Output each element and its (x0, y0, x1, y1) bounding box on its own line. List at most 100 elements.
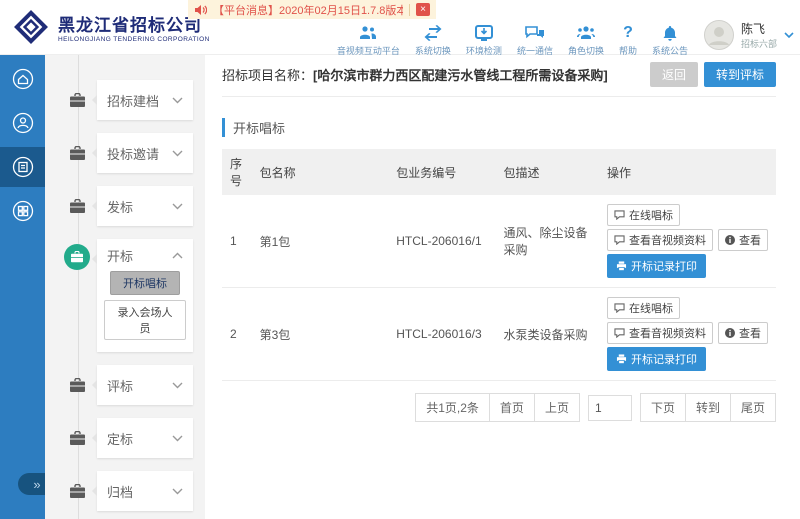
step-label: 归档 (107, 482, 133, 501)
package-name: 第3包 (252, 288, 389, 381)
app-header: 黑龙江省招标公司 HEILONGJIANG TENDERING CORPORAT… (0, 0, 800, 55)
submenu-enter-attendees[interactable]: 录入会场人员 (104, 300, 187, 340)
col-package-code: 包业务编号 (388, 149, 495, 195)
nav-label: 系统切换 (415, 44, 451, 57)
package-desc: 通风、除尘设备采购 (496, 195, 600, 288)
home-icon (11, 67, 35, 91)
view-button[interactable]: 查看 (718, 229, 768, 251)
nav-role-switch[interactable]: 角色切换 (568, 24, 604, 57)
briefcase-icon (69, 146, 86, 161)
nav-messaging[interactable]: 统一通信 (517, 24, 553, 57)
chat-display-icon (614, 210, 625, 220)
col-package-name: 包名称 (252, 149, 389, 195)
col-index: 序号 (222, 149, 252, 195)
chat-display-icon (614, 303, 625, 313)
step-label: 发标 (107, 197, 133, 216)
chevron-up-icon (172, 252, 183, 259)
announcement-bell-icon (662, 24, 678, 42)
nav-env-check[interactable]: 环境检测 (466, 24, 502, 57)
step-toggle[interactable]: 开标 (97, 239, 193, 271)
chevron-down-icon (784, 32, 794, 38)
icon-rail: » (0, 55, 45, 519)
sidebar-step-invitation: 投标邀请 (97, 133, 193, 173)
rail-apps[interactable] (0, 191, 45, 231)
chevron-down-icon (172, 150, 183, 157)
step-label: 评标 (107, 376, 133, 395)
notice-divider (409, 4, 410, 16)
nav-help[interactable]: ? 帮助 (619, 24, 637, 57)
step-toggle[interactable]: 投标邀请 (97, 133, 193, 173)
company-name: 黑龙江省招标公司 (58, 11, 210, 36)
briefcase-icon (69, 93, 86, 108)
main-content: 招标项目名称：[哈尔滨市群力西区配建污水管线工程所需设备采购] 返回 转到评标 … (205, 55, 800, 519)
package-desc: 水泵类设备采购 (496, 288, 600, 381)
nav-system-switch[interactable]: 系统切换 (415, 24, 451, 57)
nav-video-platform[interactable]: 音视频互动平台 (337, 24, 400, 57)
step-toggle[interactable]: 发标 (97, 186, 193, 226)
step-label: 定标 (107, 429, 133, 448)
info-icon (725, 328, 735, 338)
pagination-next[interactable]: 下页 (641, 394, 686, 421)
step-toggle[interactable]: 归档 (97, 471, 193, 511)
notice-bar: 【平台消息】2020年02月15日1.7.8版本升 × (188, 0, 436, 19)
step-toggle[interactable]: 定标 (97, 418, 193, 458)
printer-icon (616, 261, 627, 271)
package-code: HTCL-206016/1 (388, 195, 495, 288)
section-title: 开标唱标 (222, 118, 776, 137)
rail-projects[interactable] (0, 147, 45, 187)
print-record-button[interactable]: 开标记录打印 (607, 254, 706, 278)
print-record-button[interactable]: 开标记录打印 (607, 347, 706, 371)
online-calling-button[interactable]: 在线唱标 (607, 204, 680, 226)
process-steps-panel: 招标建档 投标邀请 (45, 55, 205, 519)
chevron-down-icon (172, 382, 183, 389)
step-label: 开标 (107, 246, 133, 265)
row-index: 2 (222, 288, 252, 381)
step-toggle[interactable]: 招标建档 (97, 80, 193, 120)
pagination-goto[interactable]: 转到 (686, 394, 731, 421)
online-calling-button[interactable]: 在线唱标 (607, 297, 680, 319)
project-name: [哈尔滨市群力西区配建污水管线工程所需设备采购] (313, 68, 608, 83)
goto-evaluation-button[interactable]: 转到评标 (704, 62, 776, 87)
rail-home[interactable] (0, 59, 45, 99)
pagination-first[interactable]: 首页 (490, 394, 535, 421)
body: » 招标建档 (0, 55, 800, 519)
app-window: 黑龙江省招标公司 HEILONGJIANG TENDERING CORPORAT… (0, 0, 800, 519)
step-toggle[interactable]: 评标 (97, 365, 193, 405)
notice-close-button[interactable]: × (416, 3, 430, 16)
view-button[interactable]: 查看 (718, 322, 768, 344)
sidebar-step-award: 定标 (97, 418, 193, 458)
project-name-label: 招标项目名称： (222, 68, 313, 83)
chat-display-icon (614, 328, 625, 338)
active-step-badge (64, 244, 90, 270)
top-nav: 音视频互动平台 系统切换 环境检测 统一通信 (337, 24, 688, 57)
step-label: 招标建档 (107, 91, 159, 110)
sidebar-step-issue: 发标 (97, 186, 193, 226)
user-menu[interactable]: 陈飞 招标六部 (704, 20, 794, 50)
table-header-row: 序号 包名称 包业务编号 包描述 操作 (222, 149, 776, 195)
info-icon (725, 235, 735, 245)
avatar (704, 20, 734, 50)
grid-icon (11, 199, 35, 223)
rail-user[interactable] (0, 103, 45, 143)
nav-announcement[interactable]: 系统公告 (652, 24, 688, 57)
pagination-prev[interactable]: 上页 (535, 394, 579, 421)
nav-label: 帮助 (619, 44, 637, 57)
briefcase-icon (69, 199, 86, 214)
package-table: 序号 包名称 包业务编号 包描述 操作 1 第1包 HTCL-206016/1 … (222, 149, 776, 381)
sidebar-step-bid-opening: 开标 开标唱标 录入会场人员 (97, 239, 193, 352)
step-label: 投标邀请 (107, 144, 159, 163)
chevron-down-icon (172, 203, 183, 210)
table-row: 1 第1包 HTCL-206016/1 通风、除尘设备采购 在线唱标 (222, 195, 776, 288)
briefcase-icon (69, 431, 86, 446)
pagination-last[interactable]: 尾页 (731, 394, 775, 421)
back-button[interactable]: 返回 (650, 62, 698, 87)
sidebar-step-filing: 招标建档 (97, 80, 193, 120)
video-platform-icon (358, 24, 378, 42)
nav-label: 统一通信 (517, 44, 553, 57)
project-title-row: 招标项目名称：[哈尔滨市群力西区配建污水管线工程所需设备采购] 返回 转到评标 (222, 55, 776, 97)
page-number-input[interactable] (588, 395, 632, 421)
submenu-bid-opening-calling[interactable]: 开标唱标 (110, 271, 179, 295)
view-av-material-button[interactable]: 查看音视频资料 (607, 322, 713, 344)
briefcase-icon (70, 251, 84, 263)
view-av-material-button[interactable]: 查看音视频资料 (607, 229, 713, 251)
